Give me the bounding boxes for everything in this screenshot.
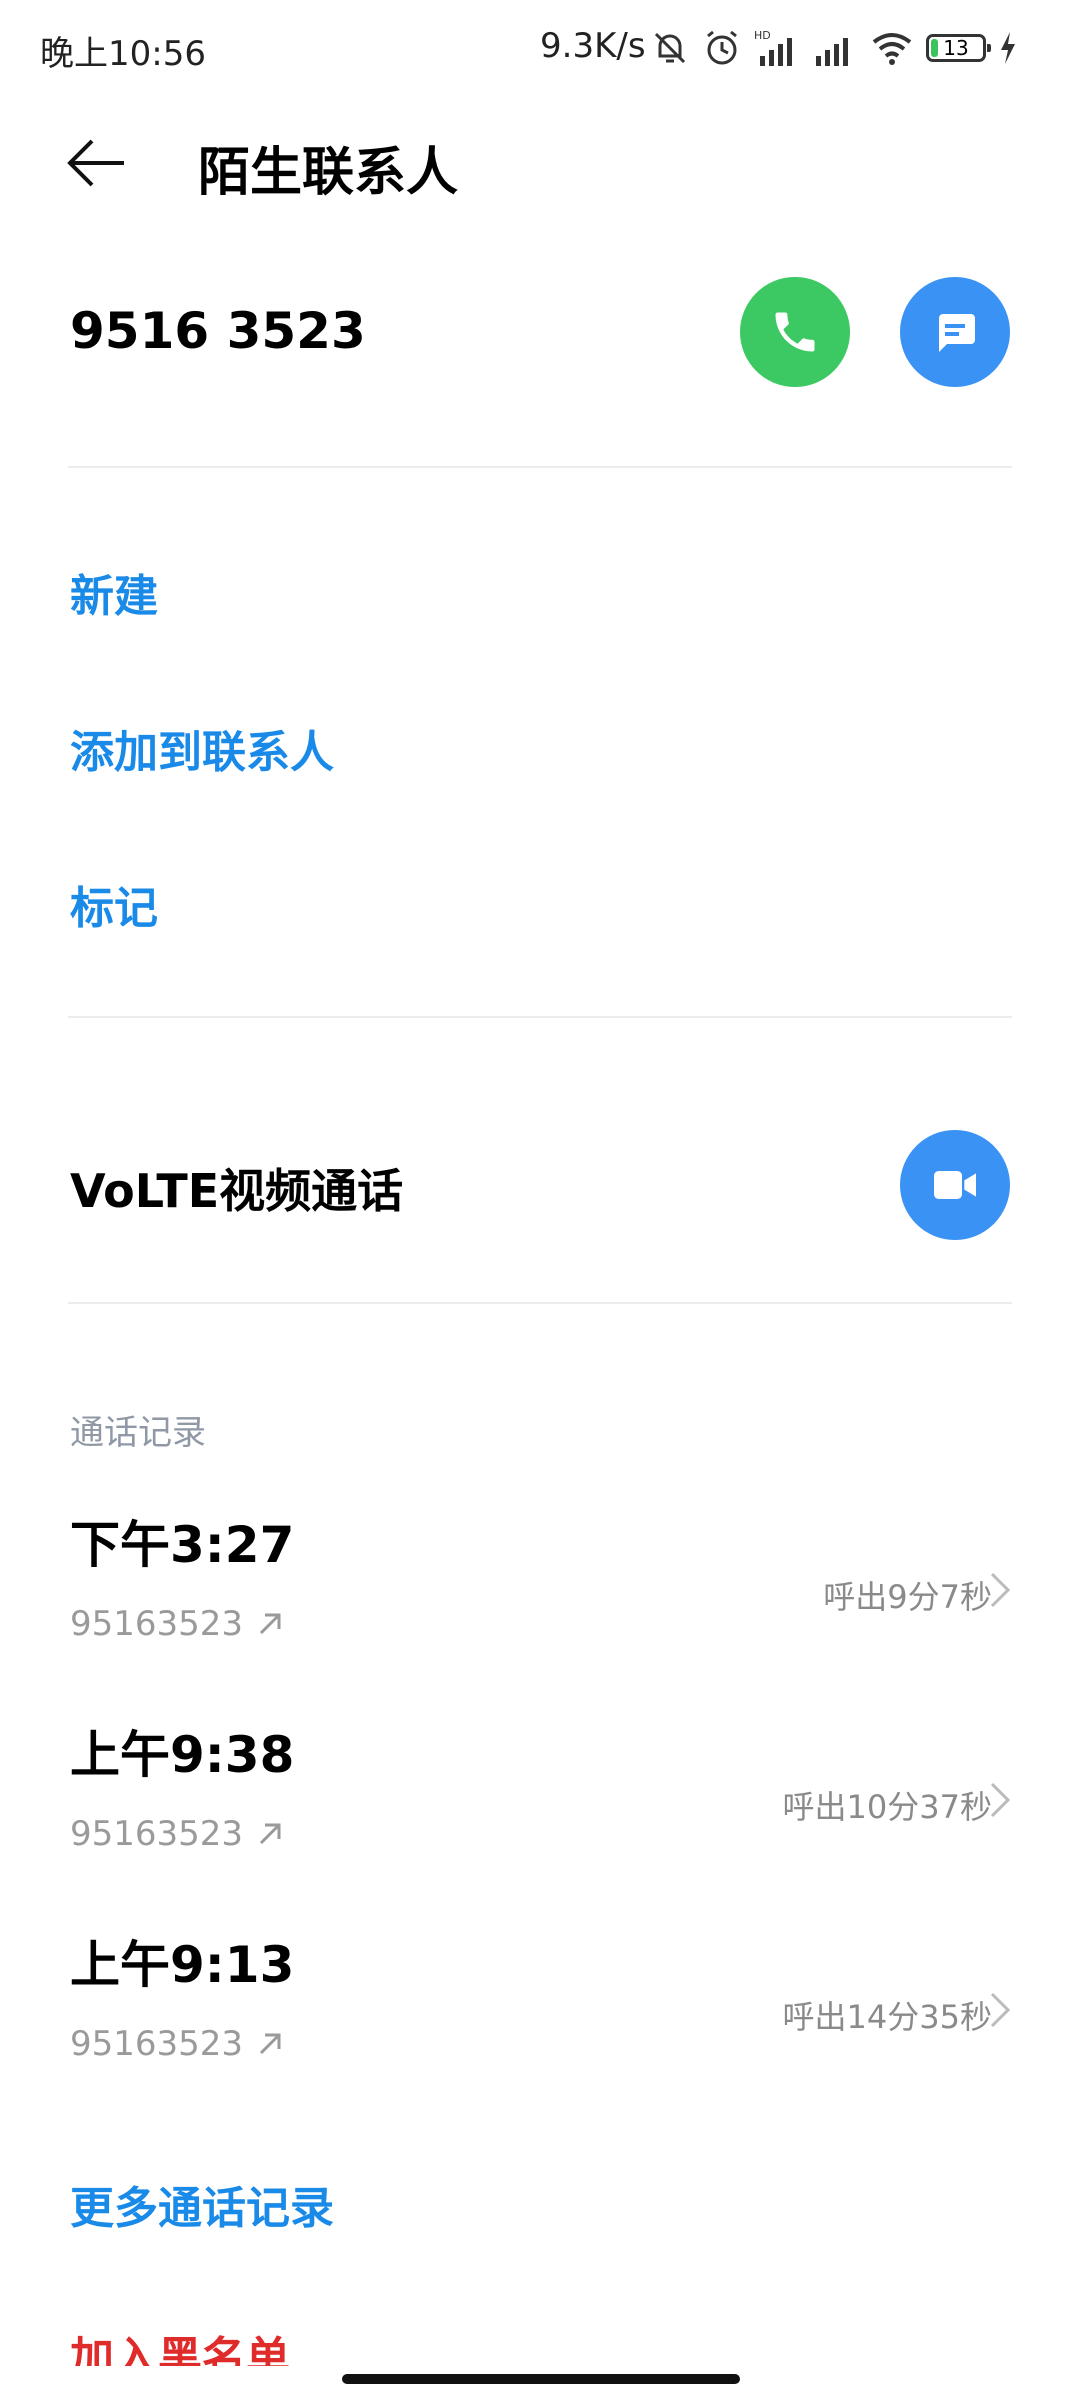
battery-icon: 13 — [926, 34, 991, 62]
outgoing-arrow-icon — [260, 1613, 281, 1635]
mark-link[interactable]: 标记 — [70, 872, 158, 936]
call-time: 上午9:13 — [70, 1936, 295, 1994]
message-button[interactable] — [900, 277, 1010, 387]
call-number-text: 95163523 — [70, 2024, 244, 2064]
call-number: 95163523 — [70, 1604, 283, 1644]
outgoing-arrow-icon — [260, 2033, 281, 2055]
add-to-contacts-link[interactable]: 添加到联系人 — [70, 716, 334, 780]
page-title: 陌生联系人 — [198, 143, 459, 203]
wifi-icon — [872, 33, 912, 65]
home-indicator[interactable] — [342, 2374, 740, 2384]
back-button[interactable] — [62, 128, 132, 198]
chevron-right-icon — [990, 1992, 1011, 2028]
call-detail: 呼出9分7秒 — [823, 1578, 992, 1616]
alarm-icon — [707, 30, 737, 65]
divider — [68, 1016, 1012, 1018]
more-call-logs-link[interactable]: 更多通话记录 — [70, 2172, 334, 2236]
call-detail: 呼出14分35秒 — [782, 1998, 992, 2036]
outgoing-arrow-icon — [260, 1823, 281, 1845]
charging-icon — [1001, 32, 1015, 64]
message-icon — [939, 314, 975, 352]
divider — [68, 466, 1012, 468]
network-speed: 9.3K/s — [540, 26, 646, 66]
chevron-right-icon — [990, 1782, 1011, 1818]
divider — [68, 1302, 1012, 1304]
call-button[interactable] — [740, 277, 850, 387]
status-icons: HD 13 — [650, 24, 1018, 72]
battery-level: 13 — [943, 36, 969, 60]
signal-hd-icon: HD — [754, 29, 792, 66]
signal-icon — [816, 38, 848, 66]
hd-label: HD — [754, 29, 771, 42]
call-number-text: 95163523 — [70, 1604, 244, 1644]
back-arrow-icon — [67, 139, 124, 187]
mute-bell-icon — [654, 32, 686, 64]
phone-number: 9516 3523 — [70, 302, 366, 360]
phone-icon — [775, 312, 815, 352]
call-number-text: 95163523 — [70, 1814, 244, 1854]
call-time: 下午3:27 — [70, 1516, 295, 1574]
new-contact-link[interactable]: 新建 — [70, 560, 158, 624]
call-log-section-title: 通话记录 — [70, 1413, 206, 1453]
video-camera-icon — [934, 1171, 976, 1199]
call-number: 95163523 — [70, 1814, 283, 1854]
volte-label: VoLTE视频通话 — [70, 1164, 404, 1218]
call-number: 95163523 — [70, 2024, 283, 2064]
video-call-button[interactable] — [900, 1130, 1010, 1240]
status-time: 晚上10:56 — [40, 34, 206, 74]
chevron-right-icon — [990, 1572, 1011, 1608]
call-time: 上午9:38 — [70, 1726, 295, 1784]
add-to-blacklist-link[interactable]: 加入黑名单 — [70, 2322, 290, 2366]
call-detail: 呼出10分37秒 — [782, 1788, 992, 1826]
